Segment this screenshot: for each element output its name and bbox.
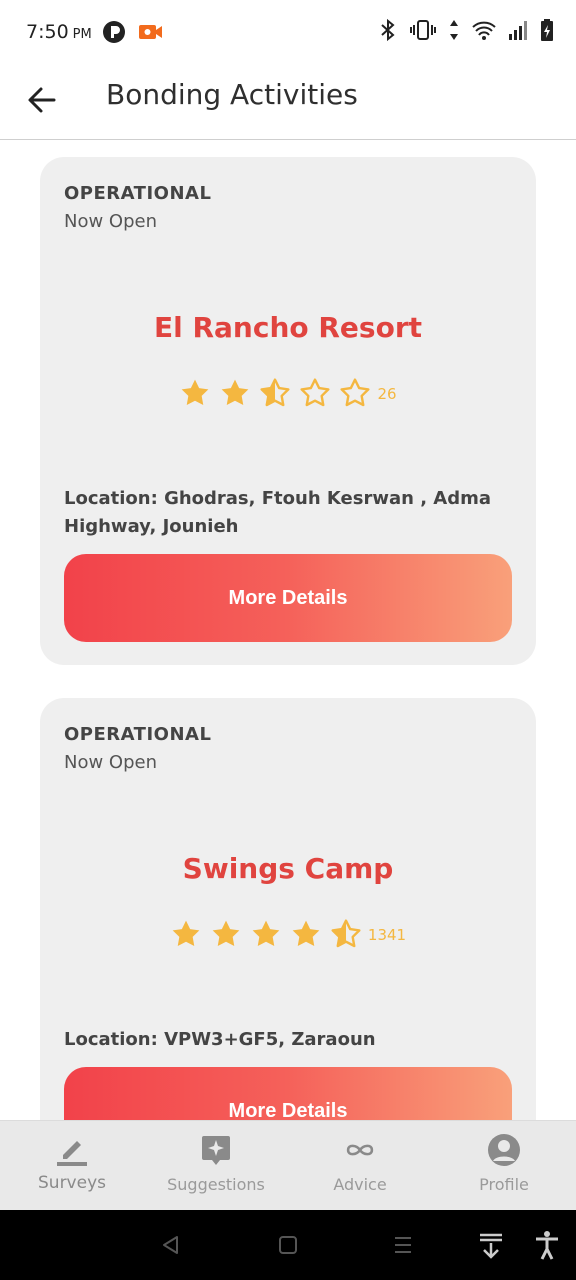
- system-back-button[interactable]: [158, 1232, 184, 1258]
- user-icon: [488, 1134, 520, 1166]
- card-open-status: Now Open: [64, 752, 157, 773]
- star-rating: [179, 377, 371, 409]
- activities-list[interactable]: OPERATIONAL Now Open El Rancho Resort 26…: [0, 141, 576, 1120]
- card-title: Swings Camp: [182, 852, 394, 885]
- star-full-icon: [172, 920, 200, 946]
- status-icons: [378, 18, 554, 42]
- bluetooth-icon: [381, 18, 395, 42]
- star-full-icon: [222, 379, 249, 405]
- back-button[interactable]: [22, 80, 62, 120]
- system-home-button[interactable]: [275, 1232, 301, 1258]
- star-full-icon: [212, 920, 240, 946]
- star-empty-icon: [300, 378, 330, 407]
- data-arrows-icon: [450, 20, 458, 40]
- vibrate-icon: [410, 20, 436, 40]
- bottom-nav: Surveys Suggestions Advice Profile: [0, 1120, 576, 1210]
- review-count: 26: [377, 385, 397, 403]
- card-open-status: Now Open: [64, 211, 157, 232]
- activity-card: OPERATIONAL Now Open El Rancho Resort 26…: [40, 157, 536, 665]
- nav-label: Surveys: [38, 1173, 106, 1193]
- status-time-value: 7:50: [26, 21, 69, 43]
- pencil-icon: [57, 1141, 87, 1166]
- rating-row: 26: [40, 377, 536, 409]
- system-nav-bar: [0, 1210, 576, 1280]
- card-location-line: Highway, Jounieh: [64, 516, 239, 537]
- star-half-icon: [260, 378, 290, 407]
- rating-row: 1341: [40, 918, 536, 950]
- status-bar: 7:50 PM: [0, 0, 576, 64]
- star-empty-icon: [340, 378, 370, 407]
- screen-record-icon: [139, 25, 162, 39]
- accessibility-icon: [536, 1231, 558, 1260]
- sparkle-icon: [202, 1136, 230, 1165]
- square-home-icon: [279, 1236, 297, 1254]
- card-location-line: Location: Ghodras, Ftouh Kesrwan , Adma: [64, 488, 492, 509]
- system-download-button[interactable]: [476, 1232, 506, 1259]
- star-full-icon: [252, 920, 280, 946]
- nav-item-surveys[interactable]: Surveys: [0, 1121, 144, 1210]
- card-location: Location: VPW3+GF5, Zaraoun: [64, 1026, 512, 1054]
- wifi-icon: [472, 21, 496, 40]
- system-recents-button[interactable]: [390, 1232, 416, 1258]
- review-count: 1341: [367, 926, 407, 944]
- nav-label: Advice: [333, 1175, 387, 1194]
- activity-card: OPERATIONAL Now Open Swings Camp 1341 Lo…: [40, 698, 536, 1120]
- nav-label: Suggestions: [167, 1175, 265, 1194]
- star-rating: [170, 918, 362, 950]
- nav-item-suggestions[interactable]: Suggestions: [144, 1121, 288, 1210]
- app-notification-icon: [103, 21, 125, 43]
- star-full-icon: [182, 379, 209, 405]
- status-ampm: PM: [72, 27, 92, 42]
- nav-item-profile[interactable]: Profile: [432, 1121, 576, 1210]
- star-half-icon: [331, 919, 361, 948]
- card-status: OPERATIONAL: [64, 183, 212, 204]
- infinity-icon: [346, 1144, 374, 1156]
- card-location-line: Location: VPW3+GF5, Zaraoun: [64, 1029, 376, 1050]
- more-details-button[interactable]: More Details: [64, 554, 512, 642]
- card-status: OPERATIONAL: [64, 724, 212, 745]
- signal-icon: [509, 21, 527, 40]
- menu-lines-icon: [395, 1237, 411, 1253]
- app-bar: Bonding Activities: [0, 64, 576, 140]
- triangle-back-icon: [163, 1236, 178, 1254]
- star-full-icon: [292, 920, 320, 946]
- card-title: El Rancho Resort: [153, 311, 423, 344]
- more-details-button[interactable]: More Details: [64, 1067, 512, 1120]
- nav-item-advice[interactable]: Advice: [288, 1121, 432, 1210]
- page-title: Bonding Activities: [106, 78, 358, 111]
- nav-label: Profile: [479, 1175, 529, 1194]
- card-location: Location: Ghodras, Ftouh Kesrwan , Adma …: [64, 485, 512, 541]
- accessibility-button[interactable]: [532, 1231, 562, 1260]
- arrow-left-icon: [28, 87, 56, 113]
- battery-icon: [541, 19, 553, 41]
- download-icon: [480, 1233, 502, 1259]
- status-time: 7:50 PM: [26, 21, 92, 43]
